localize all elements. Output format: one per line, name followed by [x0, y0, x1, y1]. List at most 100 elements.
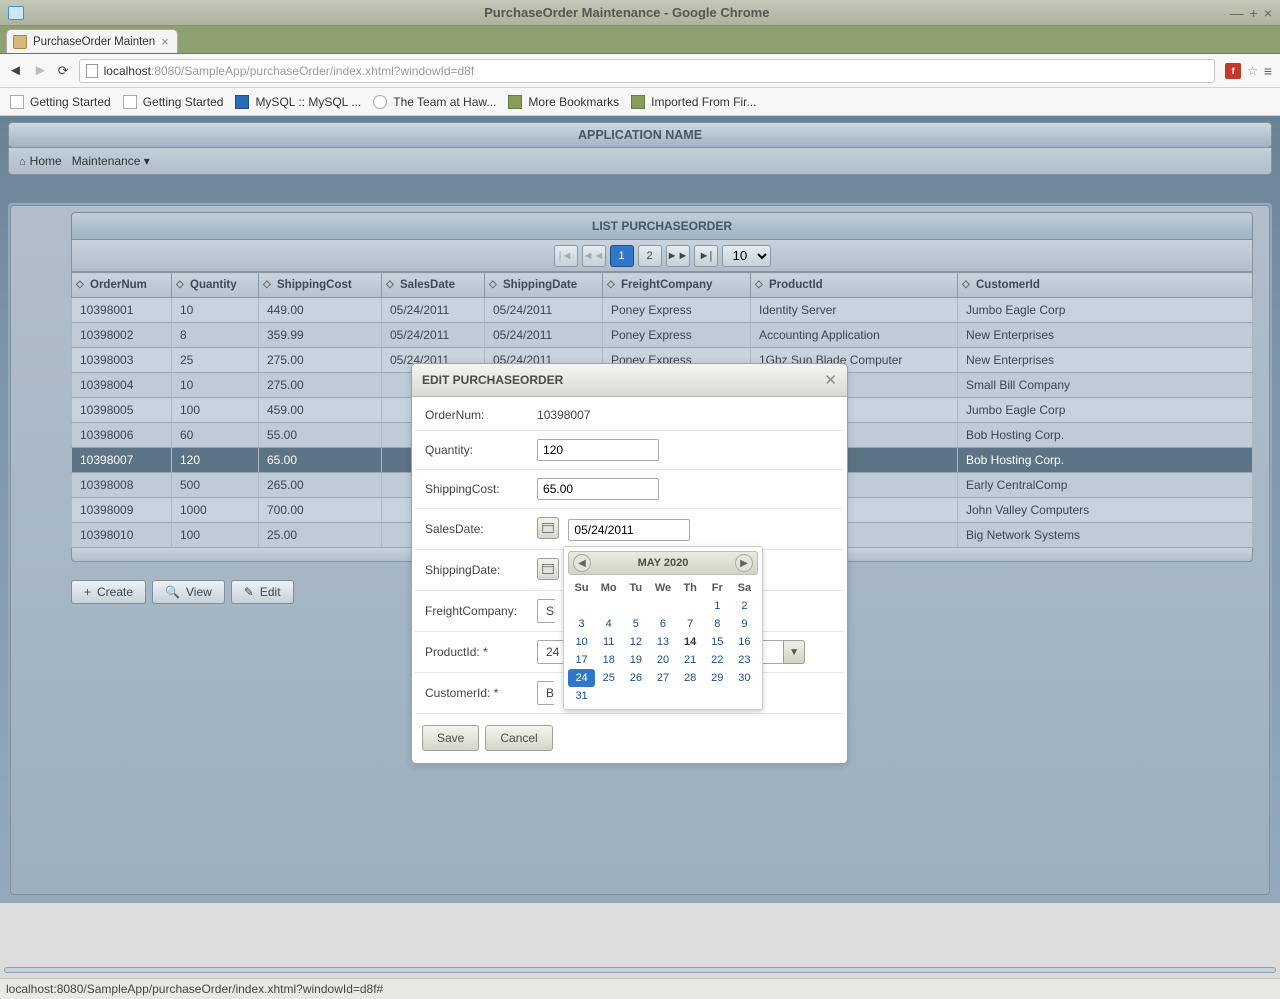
- col-shippingcost[interactable]: ◇ShippingCost: [259, 273, 382, 298]
- save-button[interactable]: Save: [422, 725, 479, 751]
- datepicker-day[interactable]: 8: [704, 615, 731, 633]
- datepicker-day[interactable]: 30: [731, 669, 758, 687]
- col-productid[interactable]: ◇ProductId: [751, 273, 958, 298]
- cell-ordernum: 10398007: [72, 448, 172, 473]
- datepicker-day[interactable]: 5: [622, 615, 649, 633]
- cell-productid: Identity Server: [751, 298, 958, 323]
- create-button[interactable]: +Create: [71, 580, 146, 604]
- bookmark-team[interactable]: The Team at Haw...: [373, 95, 496, 109]
- edit-button[interactable]: ✎Edit: [231, 580, 294, 604]
- shippingcost-input[interactable]: [537, 478, 659, 500]
- label-customerid: CustomerId: *: [415, 673, 527, 714]
- bookmark-more[interactable]: More Bookmarks: [508, 95, 619, 109]
- datepicker-day[interactable]: 29: [704, 669, 731, 687]
- forward-button[interactable]: ►: [33, 62, 48, 79]
- datepicker-day[interactable]: 10: [568, 633, 595, 651]
- minimize-icon[interactable]: —: [1230, 5, 1244, 21]
- page-last-button[interactable]: ►|: [694, 245, 718, 267]
- bookmark-getting-started-2[interactable]: Getting Started: [123, 95, 224, 109]
- col-freightcompany[interactable]: ◇FreightCompany: [603, 273, 751, 298]
- browser-tab[interactable]: PurchaseOrder Mainten ×: [6, 29, 178, 53]
- customerid-select[interactable]: Bob: [537, 681, 554, 705]
- page-2-button[interactable]: 2: [638, 245, 662, 267]
- datepicker-day[interactable]: 26: [622, 669, 649, 687]
- star-icon[interactable]: ☆: [1247, 64, 1258, 78]
- breadcrumb-home[interactable]: Home: [30, 154, 62, 168]
- reload-button[interactable]: ⟳: [58, 63, 69, 79]
- datepicker-day[interactable]: 17: [568, 651, 595, 669]
- page-prev-button[interactable]: ◄◄: [582, 245, 606, 267]
- col-quantity[interactable]: ◇Quantity: [172, 273, 259, 298]
- datepicker-day[interactable]: 11: [595, 633, 622, 651]
- salesdate-input[interactable]: [568, 519, 690, 541]
- datepicker-day[interactable]: 19: [622, 651, 649, 669]
- datepicker-day[interactable]: 31: [568, 687, 595, 705]
- datepicker-day[interactable]: 18: [595, 651, 622, 669]
- label-quantity: Quantity:: [415, 431, 527, 470]
- sort-icon: ◇: [76, 279, 84, 290]
- bookmark-getting-started[interactable]: Getting Started: [10, 95, 111, 109]
- table-row[interactable]: 1039800110449.0005/24/201105/24/2011Pone…: [72, 298, 1253, 323]
- datepicker-day[interactable]: 6: [649, 615, 676, 633]
- datepicker-day[interactable]: 1: [704, 597, 731, 615]
- shippingdate-calendar-button[interactable]: [537, 558, 559, 580]
- datepicker-day[interactable]: 24: [568, 669, 595, 687]
- datepicker-day[interactable]: 28: [677, 669, 704, 687]
- datepicker-day[interactable]: 16: [731, 633, 758, 651]
- back-button[interactable]: ◄: [8, 62, 23, 79]
- datepicker-next-button[interactable]: ▶: [735, 554, 753, 572]
- dialog-close-icon[interactable]: ✕: [824, 371, 837, 389]
- datepicker-day[interactable]: 15: [704, 633, 731, 651]
- bookmark-imported[interactable]: Imported From Fir...: [631, 95, 756, 109]
- freightcompany-select[interactable]: Slow: [537, 599, 555, 623]
- datepicker-day[interactable]: 4: [595, 615, 622, 633]
- datepicker-day[interactable]: 2: [731, 597, 758, 615]
- datepicker-title: MAY 2020: [638, 557, 689, 569]
- cell-customerid: Small Bill Company: [958, 373, 1253, 398]
- page-1-button[interactable]: 1: [610, 245, 634, 267]
- cell-shippingcost: 359.99: [259, 323, 382, 348]
- datepicker-day[interactable]: 13: [649, 633, 676, 651]
- tab-close-icon[interactable]: ×: [161, 34, 169, 49]
- datepicker-day[interactable]: 3: [568, 615, 595, 633]
- maximize-icon[interactable]: +: [1250, 5, 1258, 21]
- datepicker-day[interactable]: 25: [595, 669, 622, 687]
- col-customerid[interactable]: ◇CustomerId: [958, 273, 1253, 298]
- flash-icon[interactable]: f: [1225, 63, 1241, 79]
- datepicker-day[interactable]: 23: [731, 651, 758, 669]
- table-row[interactable]: 103980028359.9905/24/201105/24/2011Poney…: [72, 323, 1253, 348]
- bookmark-mysql[interactable]: MySQL :: MySQL ...: [235, 95, 361, 109]
- datepicker-day[interactable]: 27: [649, 669, 676, 687]
- bookmarks-bar: Getting Started Getting Started MySQL ::…: [0, 88, 1280, 116]
- menu-icon[interactable]: ≡: [1264, 63, 1272, 79]
- close-window-icon[interactable]: ×: [1264, 5, 1272, 21]
- dialog-header[interactable]: EDIT PURCHASEORDER ✕: [412, 364, 847, 397]
- datepicker-prev-button[interactable]: ◀: [573, 554, 591, 572]
- cell-shippingcost: 700.00: [259, 498, 382, 523]
- col-salesdate[interactable]: ◇SalesDate: [382, 273, 485, 298]
- page-next-button[interactable]: ►►: [666, 245, 690, 267]
- datepicker-day[interactable]: 20: [649, 651, 676, 669]
- col-shippingdate[interactable]: ◇ShippingDate: [485, 273, 603, 298]
- window-controls: — + ×: [1230, 5, 1272, 21]
- datepicker-day[interactable]: 14: [677, 633, 704, 651]
- col-ordernum[interactable]: ◇OrderNum: [72, 273, 172, 298]
- breadcrumb-maintenance[interactable]: Maintenance ▾: [72, 154, 150, 168]
- cancel-button[interactable]: Cancel: [485, 725, 552, 751]
- page-first-button[interactable]: |◄: [554, 245, 578, 267]
- datepicker-day[interactable]: 12: [622, 633, 649, 651]
- productid-dropdown-icon[interactable]: ▼: [783, 640, 805, 664]
- salesdate-calendar-button[interactable]: [537, 517, 559, 539]
- address-bar[interactable]: localhost:8080/SampleApp/purchaseOrder/i…: [79, 59, 1215, 83]
- cell-shippingcost: 459.00: [259, 398, 382, 423]
- datepicker-day[interactable]: 22: [704, 651, 731, 669]
- cell-ordernum: 10398008: [72, 473, 172, 498]
- cell-shippingdate: 05/24/2011: [485, 323, 603, 348]
- datepicker-day[interactable]: 9: [731, 615, 758, 633]
- view-button[interactable]: 🔍View: [152, 580, 225, 604]
- pencil-icon: ✎: [244, 585, 254, 599]
- datepicker-day[interactable]: 7: [677, 615, 704, 633]
- page-size-select[interactable]: 10: [722, 245, 771, 267]
- quantity-input[interactable]: [537, 439, 659, 461]
- datepicker-day[interactable]: 21: [677, 651, 704, 669]
